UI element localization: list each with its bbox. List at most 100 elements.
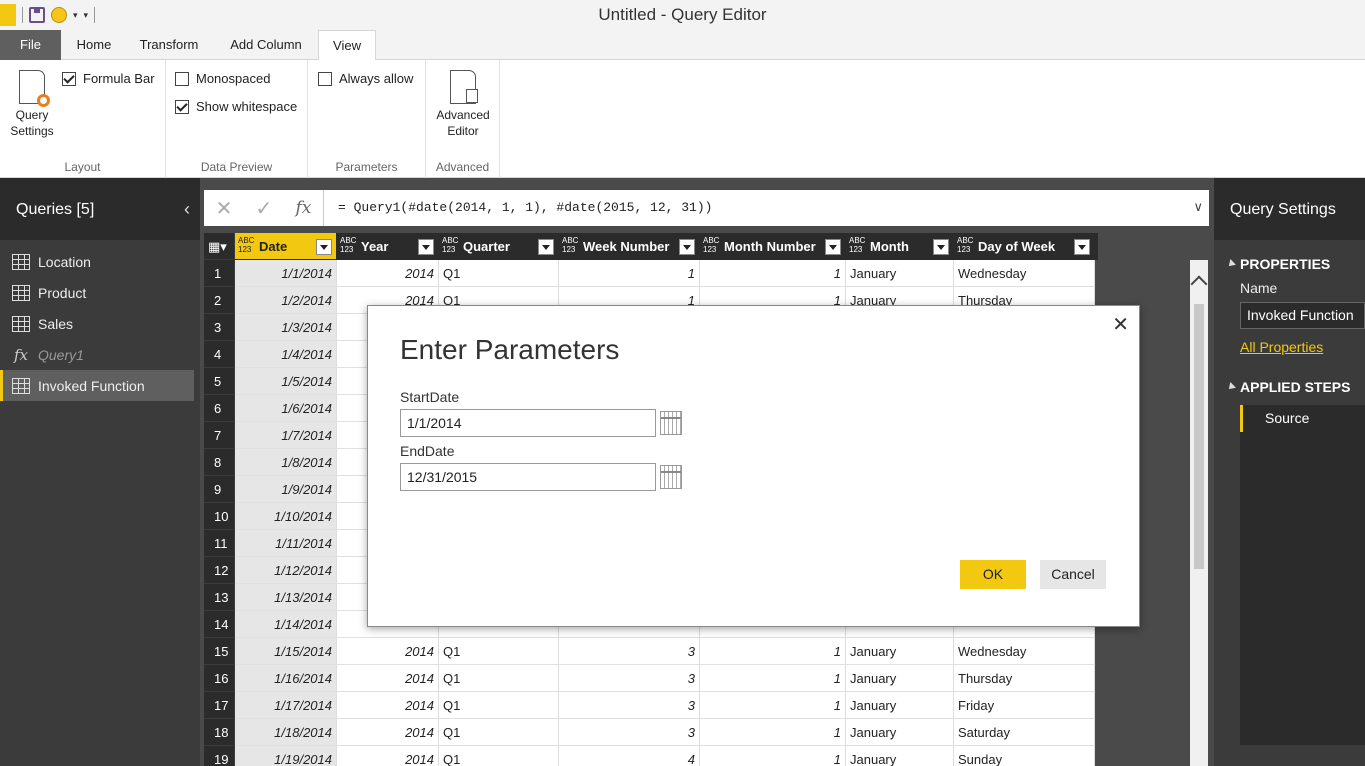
table-cell[interactable]: 1/10/2014 bbox=[235, 503, 337, 530]
table-cell[interactable]: January bbox=[846, 746, 954, 766]
table-cell[interactable]: 1/14/2014 bbox=[235, 611, 337, 638]
tab-file[interactable]: File bbox=[0, 30, 61, 60]
table-cell[interactable]: 1/5/2014 bbox=[235, 368, 337, 395]
calendar-icon[interactable] bbox=[660, 465, 682, 489]
table-cell[interactable]: 1/17/2014 bbox=[235, 692, 337, 719]
query-item-location[interactable]: Location bbox=[0, 246, 200, 277]
advanced-editor-button[interactable]: Advanced Editor bbox=[430, 70, 496, 139]
insert-function-icon[interactable]: fx bbox=[296, 198, 312, 218]
table-cell[interactable]: 1 bbox=[700, 260, 846, 287]
table-cell[interactable]: Q1 bbox=[439, 719, 559, 746]
table-cell[interactable]: 1 bbox=[700, 638, 846, 665]
calendar-icon[interactable] bbox=[660, 411, 682, 435]
any-type-icon[interactable]: ABC 123 bbox=[238, 236, 254, 254]
table-cell[interactable]: January bbox=[846, 719, 954, 746]
column-header[interactable]: ABC 123 Week Number bbox=[559, 233, 700, 260]
ok-button[interactable]: OK bbox=[960, 560, 1026, 589]
table-cell[interactable]: Thursday bbox=[954, 665, 1095, 692]
end-date-input[interactable] bbox=[400, 463, 656, 491]
query-settings-button[interactable]: Query Settings bbox=[6, 70, 58, 139]
table-cell[interactable]: 2014 bbox=[337, 719, 439, 746]
always-allow-checkbox[interactable]: Always allow bbox=[318, 71, 413, 86]
any-type-icon[interactable]: ABC 123 bbox=[442, 236, 458, 254]
tab-home[interactable]: Home bbox=[62, 30, 126, 60]
table-cell[interactable]: 1/16/2014 bbox=[235, 665, 337, 692]
table-cell[interactable]: 1/9/2014 bbox=[235, 476, 337, 503]
query-name-field[interactable]: Invoked Function bbox=[1240, 302, 1365, 329]
table-cell[interactable]: 3 bbox=[559, 638, 700, 665]
column-header[interactable]: ABC 123 Month bbox=[846, 233, 954, 260]
collapse-chevron-icon[interactable]: ‹ bbox=[184, 199, 190, 220]
any-type-icon[interactable]: ABC 123 bbox=[703, 236, 719, 254]
query-item-product[interactable]: Product bbox=[0, 277, 200, 308]
vertical-scrollbar[interactable] bbox=[1190, 260, 1208, 766]
table-cell[interactable]: Q1 bbox=[439, 746, 559, 766]
table-cell[interactable]: Q1 bbox=[439, 665, 559, 692]
applied-steps-header[interactable]: APPLIED STEPS bbox=[1214, 379, 1365, 395]
any-type-icon[interactable]: ABC 123 bbox=[340, 236, 356, 254]
table-cell[interactable]: Q1 bbox=[439, 638, 559, 665]
table-cell[interactable]: Wednesday bbox=[954, 260, 1095, 287]
table-cell[interactable]: 1/1/2014 bbox=[235, 260, 337, 287]
table-cell[interactable]: 4 bbox=[559, 746, 700, 766]
table-cell[interactable]: 1/15/2014 bbox=[235, 638, 337, 665]
table-cell[interactable]: 1/19/2014 bbox=[235, 746, 337, 766]
show-whitespace-checkbox[interactable]: Show whitespace bbox=[175, 99, 297, 114]
column-filter-dropdown-icon[interactable] bbox=[316, 239, 332, 255]
table-cell[interactable]: 1 bbox=[700, 692, 846, 719]
table-cell[interactable]: 2014 bbox=[337, 260, 439, 287]
column-filter-dropdown-icon[interactable] bbox=[679, 239, 695, 255]
table-cell[interactable]: 1/12/2014 bbox=[235, 557, 337, 584]
table-cell[interactable]: 1 bbox=[559, 260, 700, 287]
table-cell[interactable]: 1 bbox=[700, 719, 846, 746]
table-cell[interactable]: 3 bbox=[559, 692, 700, 719]
monospaced-checkbox[interactable]: Monospaced bbox=[175, 71, 270, 86]
scrollbar-thumb[interactable] bbox=[1194, 304, 1204, 569]
table-cell[interactable]: Sunday bbox=[954, 746, 1095, 766]
table-cell[interactable]: Q1 bbox=[439, 260, 559, 287]
column-header[interactable]: ABC 123 Date bbox=[235, 233, 337, 260]
any-type-icon[interactable]: ABC 123 bbox=[849, 236, 865, 254]
table-cell[interactable]: Saturday bbox=[954, 719, 1095, 746]
table-cell[interactable]: 1/8/2014 bbox=[235, 449, 337, 476]
close-icon[interactable]: ✕ bbox=[1112, 312, 1129, 337]
cancel-button[interactable]: Cancel bbox=[1040, 560, 1106, 589]
table-cell[interactable]: January bbox=[846, 665, 954, 692]
formula-text[interactable]: = Query1(#date(2014, 1, 1), #date(2015, … bbox=[338, 200, 712, 215]
all-properties-link[interactable]: All Properties bbox=[1214, 339, 1365, 355]
table-cell[interactable]: 2014 bbox=[337, 665, 439, 692]
table-cell[interactable]: 2014 bbox=[337, 746, 439, 766]
query-item-sales[interactable]: Sales bbox=[0, 308, 200, 339]
any-type-icon[interactable]: ABC 123 bbox=[957, 236, 973, 254]
column-header[interactable]: ABC 123 Year bbox=[337, 233, 439, 260]
table-cell[interactable]: Wednesday bbox=[954, 638, 1095, 665]
start-date-input[interactable] bbox=[400, 409, 656, 437]
table-cell[interactable]: 1 bbox=[700, 746, 846, 766]
table-cell[interactable]: 3 bbox=[559, 719, 700, 746]
table-cell[interactable]: 1/6/2014 bbox=[235, 395, 337, 422]
table-cell[interactable]: Friday bbox=[954, 692, 1095, 719]
table-cell[interactable]: January bbox=[846, 692, 954, 719]
table-cell[interactable]: 3 bbox=[559, 665, 700, 692]
table-cell[interactable]: 1/18/2014 bbox=[235, 719, 337, 746]
table-cell[interactable]: 2014 bbox=[337, 692, 439, 719]
table-menu-icon[interactable]: ▦▾ bbox=[204, 233, 235, 260]
table-cell[interactable]: 1/11/2014 bbox=[235, 530, 337, 557]
column-header[interactable]: ABC 123 Month Number bbox=[700, 233, 846, 260]
table-cell[interactable]: Q1 bbox=[439, 692, 559, 719]
scroll-up-icon[interactable] bbox=[1190, 275, 1208, 293]
tab-view[interactable]: View bbox=[318, 30, 376, 61]
tab-transform[interactable]: Transform bbox=[128, 30, 210, 60]
query-item-query1[interactable]: fx Query1 bbox=[0, 339, 200, 370]
column-filter-dropdown-icon[interactable] bbox=[825, 239, 841, 255]
table-cell[interactable]: January bbox=[846, 260, 954, 287]
table-cell[interactable]: 1/7/2014 bbox=[235, 422, 337, 449]
expand-formula-chevron-icon[interactable]: ∨ bbox=[1193, 199, 1203, 215]
column-filter-dropdown-icon[interactable] bbox=[538, 239, 554, 255]
any-type-icon[interactable]: ABC 123 bbox=[562, 236, 578, 254]
tab-add-column[interactable]: Add Column bbox=[214, 30, 318, 60]
column-filter-dropdown-icon[interactable] bbox=[933, 239, 949, 255]
query-item-invoked-function[interactable]: Invoked Function bbox=[0, 370, 194, 401]
table-cell[interactable]: 1/3/2014 bbox=[235, 314, 337, 341]
applied-step-source[interactable]: Source bbox=[1240, 405, 1365, 432]
